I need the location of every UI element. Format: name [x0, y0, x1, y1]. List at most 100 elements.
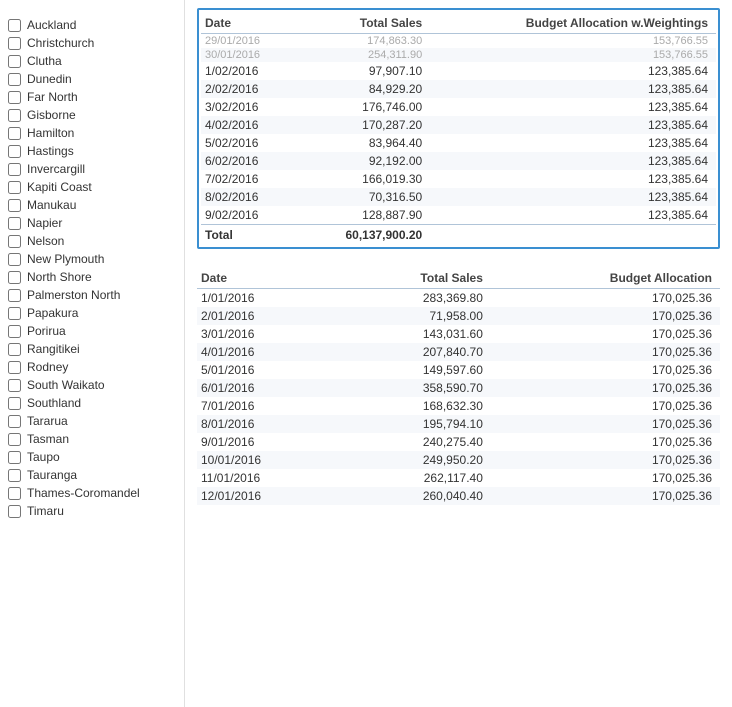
table-row: 4/02/2016 170,287.20 123,385.64	[201, 116, 716, 134]
city-item[interactable]: Tararua	[8, 412, 176, 430]
city-checkbox[interactable]	[8, 505, 21, 518]
cell-sales: 174,863.30	[300, 34, 431, 49]
city-checkbox[interactable]	[8, 325, 21, 338]
table-row: 12/01/2016 260,040.40 170,025.36	[197, 487, 720, 505]
city-checkbox[interactable]	[8, 181, 21, 194]
city-item[interactable]: Porirua	[8, 322, 176, 340]
cell-budget: 153,766.55	[430, 48, 716, 62]
cell-sales: 170,287.20	[300, 116, 431, 134]
cell-budget: 170,025.36	[491, 289, 720, 308]
city-item[interactable]: Napier	[8, 214, 176, 232]
city-item[interactable]: Auckland	[8, 16, 176, 34]
cell-sales: 83,964.40	[300, 134, 431, 152]
city-item[interactable]: Christchurch	[8, 34, 176, 52]
city-checkbox[interactable]	[8, 217, 21, 230]
city-item[interactable]: Manukau	[8, 196, 176, 214]
city-item[interactable]: Clutha	[8, 52, 176, 70]
city-list: AucklandChristchurchCluthaDunedinFar Nor…	[8, 16, 176, 520]
cell-sales: 195,794.10	[342, 415, 491, 433]
top-table-body: 29/01/2016 174,863.30 153,766.5530/01/20…	[201, 34, 716, 246]
cell-budget: 153,766.55	[430, 34, 716, 49]
cell-date: 9/02/2016	[201, 206, 300, 225]
city-item[interactable]: Dunedin	[8, 70, 176, 88]
city-checkbox[interactable]	[8, 235, 21, 248]
table-row: 6/02/2016 92,192.00 123,385.64	[201, 152, 716, 170]
cell-date: 12/01/2016	[197, 487, 342, 505]
cell-sales: 71,958.00	[342, 307, 491, 325]
city-checkbox[interactable]	[8, 451, 21, 464]
cell-date: 2/02/2016	[201, 80, 300, 98]
cell-budget: 123,385.64	[430, 80, 716, 98]
city-item[interactable]: Invercargill	[8, 160, 176, 178]
city-item[interactable]: Rodney	[8, 358, 176, 376]
city-item[interactable]: Hastings	[8, 142, 176, 160]
city-checkbox[interactable]	[8, 163, 21, 176]
right-panel[interactable]: Date Total Sales Budget Allocation w.Wei…	[185, 0, 732, 707]
bottom-col-sales: Total Sales	[342, 267, 491, 289]
city-item[interactable]: Rangitikei	[8, 340, 176, 358]
city-label: Tasman	[27, 432, 69, 446]
city-item[interactable]: Far North	[8, 88, 176, 106]
city-item[interactable]: Timaru	[8, 502, 176, 520]
city-checkbox[interactable]	[8, 253, 21, 266]
city-checkbox[interactable]	[8, 397, 21, 410]
city-item[interactable]: Tasman	[8, 430, 176, 448]
city-checkbox[interactable]	[8, 469, 21, 482]
city-checkbox[interactable]	[8, 73, 21, 86]
city-checkbox[interactable]	[8, 109, 21, 122]
city-item[interactable]: Palmerston North	[8, 286, 176, 304]
city-checkbox[interactable]	[8, 91, 21, 104]
city-label: South Waikato	[27, 378, 105, 392]
city-checkbox[interactable]	[8, 19, 21, 32]
city-checkbox[interactable]	[8, 307, 21, 320]
city-checkbox[interactable]	[8, 199, 21, 212]
cell-date: 8/02/2016	[201, 188, 300, 206]
city-item[interactable]: New Plymouth	[8, 250, 176, 268]
cell-sales: 249,950.20	[342, 451, 491, 469]
city-item[interactable]: Tauranga	[8, 466, 176, 484]
total-row: Total 60,137,900.20	[201, 225, 716, 246]
cell-budget: 123,385.64	[430, 62, 716, 80]
city-item[interactable]: Gisborne	[8, 106, 176, 124]
cell-sales: 128,887.90	[300, 206, 431, 225]
table-row: 5/01/2016 149,597.60 170,025.36	[197, 361, 720, 379]
cell-sales: 283,369.80	[342, 289, 491, 308]
city-checkbox[interactable]	[8, 361, 21, 374]
cell-sales: 149,597.60	[342, 361, 491, 379]
top-col-sales: Total Sales	[300, 12, 431, 34]
cell-date: 10/01/2016	[197, 451, 342, 469]
table-row: 3/02/2016 176,746.00 123,385.64	[201, 98, 716, 116]
city-checkbox[interactable]	[8, 145, 21, 158]
cell-date: 11/01/2016	[197, 469, 342, 487]
city-checkbox[interactable]	[8, 379, 21, 392]
city-checkbox[interactable]	[8, 415, 21, 428]
table-row: 5/02/2016 83,964.40 123,385.64	[201, 134, 716, 152]
cell-date: 5/01/2016	[197, 361, 342, 379]
city-item[interactable]: South Waikato	[8, 376, 176, 394]
city-checkbox[interactable]	[8, 343, 21, 356]
cell-budget: 170,025.36	[491, 361, 720, 379]
city-checkbox[interactable]	[8, 127, 21, 140]
table-row: 1/02/2016 97,907.10 123,385.64	[201, 62, 716, 80]
cell-date: 7/01/2016	[197, 397, 342, 415]
city-checkbox[interactable]	[8, 55, 21, 68]
city-item[interactable]: Taupo	[8, 448, 176, 466]
cell-budget: 170,025.36	[491, 397, 720, 415]
city-checkbox[interactable]	[8, 37, 21, 50]
city-item[interactable]: Hamilton	[8, 124, 176, 142]
city-checkbox[interactable]	[8, 433, 21, 446]
table-row: 3/01/2016 143,031.60 170,025.36	[197, 325, 720, 343]
city-item[interactable]: Kapiti Coast	[8, 178, 176, 196]
city-checkbox[interactable]	[8, 271, 21, 284]
city-checkbox[interactable]	[8, 487, 21, 500]
cell-sales: 240,275.40	[342, 433, 491, 451]
city-item[interactable]: Thames-Coromandel	[8, 484, 176, 502]
city-item[interactable]: Southland	[8, 394, 176, 412]
city-item[interactable]: Papakura	[8, 304, 176, 322]
city-item[interactable]: Nelson	[8, 232, 176, 250]
city-checkbox[interactable]	[8, 289, 21, 302]
table-row: 6/01/2016 358,590.70 170,025.36	[197, 379, 720, 397]
cell-budget: 170,025.36	[491, 433, 720, 451]
city-item[interactable]: North Shore	[8, 268, 176, 286]
city-label: Porirua	[27, 324, 66, 338]
